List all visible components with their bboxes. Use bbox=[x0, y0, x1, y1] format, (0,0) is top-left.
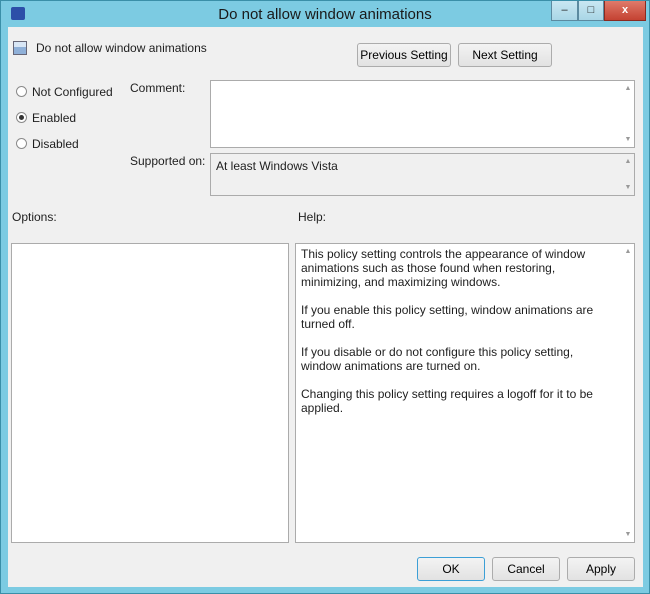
previous-setting-button[interactable]: Previous Setting bbox=[357, 43, 451, 67]
scroll-down-icon[interactable]: ▼ bbox=[622, 136, 634, 143]
supported-on-label: Supported on: bbox=[130, 154, 206, 168]
scroll-down-icon[interactable]: ▼ bbox=[622, 184, 634, 191]
disabled-radio[interactable] bbox=[16, 138, 27, 149]
dialog-window: Do not allow window animations – □ x Do … bbox=[0, 0, 650, 594]
not-configured-radio[interactable] bbox=[16, 86, 27, 97]
help-paragraph: This policy setting controls the appeara… bbox=[301, 247, 586, 289]
help-paragraph: If you disable or do not configure this … bbox=[301, 345, 574, 373]
minimize-button[interactable]: – bbox=[551, 1, 578, 21]
disabled-label[interactable]: Disabled bbox=[32, 137, 79, 151]
scroll-up-icon[interactable]: ▲ bbox=[622, 248, 634, 255]
help-scrollbar[interactable]: ▲ ▼ bbox=[622, 244, 634, 542]
maximize-button[interactable]: □ bbox=[578, 1, 604, 21]
supported-on-field: At least Windows Vista ▲ ▼ bbox=[210, 153, 635, 196]
close-button[interactable]: x bbox=[604, 1, 646, 21]
dialog-body: Do not allow window animations Previous … bbox=[8, 27, 643, 587]
cancel-button[interactable]: Cancel bbox=[492, 557, 560, 581]
supported-scrollbar[interactable]: ▲ ▼ bbox=[622, 154, 634, 195]
help-paragraph: If you enable this policy setting, windo… bbox=[301, 303, 594, 331]
scroll-up-icon[interactable]: ▲ bbox=[622, 85, 634, 92]
help-panel: This policy setting controls the appeara… bbox=[295, 243, 635, 543]
help-label: Help: bbox=[298, 210, 327, 224]
comment-scrollbar[interactable]: ▲ ▼ bbox=[622, 81, 634, 147]
supported-on-value: At least Windows Vista bbox=[216, 159, 338, 173]
options-panel bbox=[11, 243, 289, 543]
next-setting-button[interactable]: Next Setting bbox=[458, 43, 552, 67]
apply-button[interactable]: Apply bbox=[567, 557, 635, 581]
policy-icon bbox=[13, 41, 27, 55]
help-paragraph: Changing this policy setting requires a … bbox=[301, 387, 593, 415]
enabled-label[interactable]: Enabled bbox=[32, 111, 76, 125]
not-configured-label[interactable]: Not Configured bbox=[32, 85, 113, 99]
enabled-radio[interactable] bbox=[16, 112, 27, 123]
scroll-up-icon[interactable]: ▲ bbox=[622, 158, 634, 165]
ok-button[interactable]: OK bbox=[417, 557, 485, 581]
scroll-down-icon[interactable]: ▼ bbox=[622, 531, 634, 538]
policy-name: Do not allow window animations bbox=[36, 41, 207, 55]
options-label: Options: bbox=[12, 210, 57, 224]
comment-label: Comment: bbox=[130, 81, 186, 95]
comment-textarea[interactable]: ▲ ▼ bbox=[210, 80, 635, 148]
